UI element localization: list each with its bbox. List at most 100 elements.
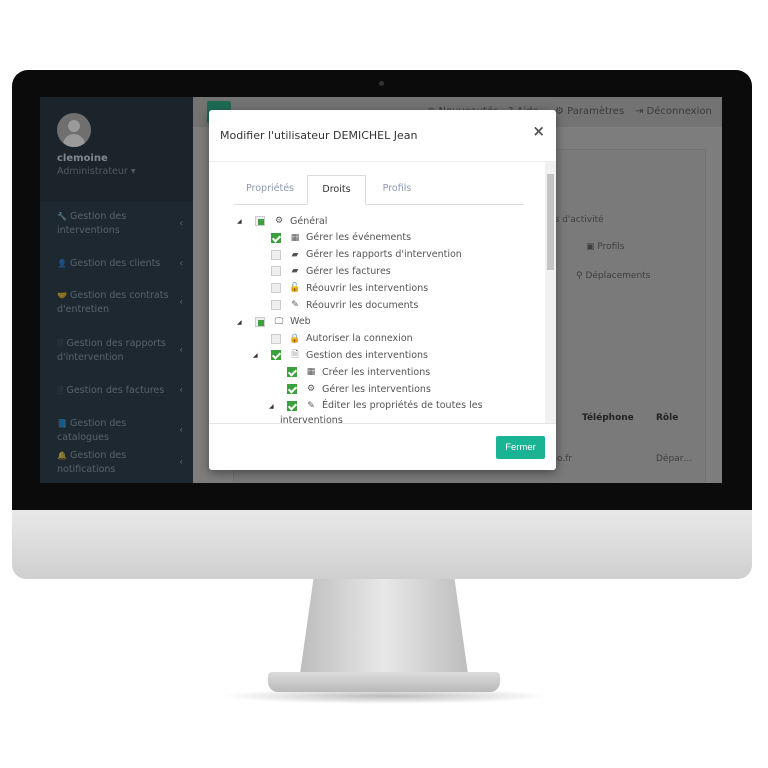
tab-droits[interactable]: Droits bbox=[307, 175, 366, 205]
tree-node-label: Gestion des interventions bbox=[306, 349, 428, 361]
tabs: Propriétés Droits Profils bbox=[234, 175, 524, 205]
sidebar-item[interactable]: 🔧 Gestion des interventions ‹ bbox=[57, 210, 187, 238]
permission-icon: ▦ bbox=[306, 367, 316, 378]
tree-node-label: Général bbox=[290, 215, 328, 227]
sidebar-item-label: Gestion des contrats d'entretien bbox=[57, 290, 169, 315]
permission-icon: 🖵 bbox=[274, 316, 284, 327]
sidebar-item-label: Gestion des rapports d'intervention bbox=[57, 338, 166, 363]
tree-node: ⚙ Général bbox=[255, 214, 327, 228]
modal-body: Propriétés Droits Profils ◢ ⚙ Général ▦ Gére… bbox=[209, 161, 556, 424]
wrench-icon: 🔧 bbox=[57, 212, 67, 221]
chevron-left-icon: ‹ bbox=[179, 297, 183, 308]
file-icon: 🗎 bbox=[57, 339, 64, 348]
sidebar-item-label: Gestion des notifications bbox=[57, 450, 127, 475]
user-panel: clemoine Administrateur ▾ bbox=[40, 97, 193, 202]
chevron-left-icon: ‹ bbox=[179, 258, 183, 269]
camera bbox=[379, 81, 384, 86]
checkbox[interactable] bbox=[271, 232, 281, 243]
permission-icon: ▰ bbox=[291, 266, 299, 277]
permission-icon: ▦ bbox=[290, 232, 300, 243]
tree-node: ▰ Gérer les rapports d'intervention bbox=[271, 248, 462, 262]
tree-node: ✎ Réouvrir les documents bbox=[271, 298, 418, 312]
expand-toggle-icon[interactable]: ◢ bbox=[253, 352, 258, 359]
checkbox[interactable] bbox=[255, 216, 265, 226]
tree-node: 🗎 Gestion des interventions bbox=[271, 348, 428, 362]
file-icon: 🗎 bbox=[57, 386, 64, 395]
chevron-left-icon: ‹ bbox=[179, 345, 183, 356]
modal-title: Modifier l'utilisateur DEMICHEL Jean bbox=[220, 129, 418, 142]
tree-node: ✎ Éditer les propriétés de toutes les bbox=[287, 399, 483, 413]
sidebar-item[interactable]: 🔔 Gestion des notifications ‹ bbox=[57, 449, 187, 477]
chevron-left-icon: ‹ bbox=[179, 218, 183, 229]
tree-node: ⚙ Gérer les interventions bbox=[287, 382, 431, 396]
tree-label-wrap: interventions bbox=[280, 414, 343, 424]
handshake-icon: 🤝 bbox=[57, 291, 67, 300]
sidebar-item[interactable]: 🗎 Gestion des factures ‹ bbox=[57, 384, 187, 398]
permission-icon: 🔒 bbox=[289, 333, 301, 344]
tab-proprietes[interactable]: Propriétés bbox=[234, 175, 306, 205]
expand-toggle-icon[interactable]: ◢ bbox=[269, 403, 274, 410]
checkbox[interactable] bbox=[287, 400, 297, 411]
checkbox[interactable] bbox=[271, 300, 281, 310]
expand-toggle-icon[interactable]: ◢ bbox=[237, 319, 242, 326]
permission-icon: 🔓 bbox=[289, 283, 301, 294]
tree-node-label: Gérer les factures bbox=[306, 265, 391, 277]
monitor-base bbox=[268, 672, 500, 692]
tree-node: ▰ Gérer les factures bbox=[271, 264, 391, 278]
tree-node-label: Gérer les interventions bbox=[322, 383, 431, 395]
checkbox[interactable] bbox=[271, 266, 281, 277]
checkbox[interactable] bbox=[271, 333, 281, 344]
permission-icon: ⚙ bbox=[274, 216, 284, 226]
tree-node: 🖵 Web bbox=[255, 315, 311, 329]
sidebar-item-label: Gestion des clients bbox=[70, 258, 161, 269]
checkbox[interactable] bbox=[271, 283, 281, 294]
sidebar: clemoine Administrateur ▾ 🔧 Gestion des … bbox=[40, 97, 193, 483]
sidebar-item[interactable]: 📘 Gestion des catalogues ‹ bbox=[57, 417, 187, 445]
deplacements-tab: ⚲ Déplacements bbox=[576, 271, 651, 281]
checkbox[interactable] bbox=[271, 249, 281, 260]
tree-node-label: Créer les interventions bbox=[322, 366, 431, 378]
tree-node-label: Réouvrir les documents bbox=[306, 299, 419, 311]
expand-toggle-icon[interactable]: ◢ bbox=[237, 218, 242, 225]
tree-node-label: Éditer les propriétés de toutes les bbox=[322, 400, 483, 412]
checkbox[interactable] bbox=[271, 350, 281, 361]
username: clemoine bbox=[57, 153, 108, 164]
checkbox[interactable] bbox=[287, 367, 297, 378]
profils-tab: ▣ Profils bbox=[586, 242, 625, 252]
sidebar-item[interactable]: 🤝 Gestion des contrats d'entretien ‹ bbox=[57, 289, 187, 317]
avatar bbox=[57, 113, 91, 147]
user-role-dropdown[interactable]: Administrateur ▾ bbox=[57, 166, 193, 177]
scrollbar-thumb[interactable] bbox=[547, 174, 554, 270]
checkbox[interactable] bbox=[287, 384, 297, 394]
chevron-left-icon: ‹ bbox=[179, 425, 183, 436]
sidebar-item-label: Gestion des factures bbox=[66, 385, 165, 396]
chevron-left-icon: ‹ bbox=[179, 457, 183, 468]
tree-node-label: Web bbox=[290, 316, 311, 328]
column-phone: Téléphone bbox=[582, 413, 634, 423]
permission-icon: ⚙ bbox=[306, 384, 316, 394]
monitor-stand bbox=[300, 579, 468, 674]
checkbox[interactable] bbox=[255, 316, 265, 327]
scrollbar[interactable] bbox=[545, 162, 556, 423]
sidebar-item-label: Gestion des interventions bbox=[57, 211, 127, 236]
settings-link[interactable]: ⚙ Paramètres bbox=[555, 106, 624, 117]
permission-icon: ✎ bbox=[307, 400, 315, 411]
tree-node-label: Gérer les rapports d'intervention bbox=[306, 249, 462, 261]
tree-node: 🔒 Autoriser la connexion bbox=[271, 332, 413, 346]
close-icon[interactable]: × bbox=[532, 122, 545, 140]
fermer-button[interactable]: Fermer bbox=[496, 436, 545, 459]
book-icon: 📘 bbox=[57, 419, 67, 428]
sidebar-item[interactable]: 🗎 Gestion des rapports d'intervention ‹ bbox=[57, 337, 187, 365]
sidebar-item[interactable]: 👤 Gestion des clients ‹ bbox=[57, 257, 187, 271]
user-icon: 👤 bbox=[57, 259, 67, 268]
tree-node-label: Autoriser la connexion bbox=[306, 333, 413, 345]
tab-profils[interactable]: Profils bbox=[372, 175, 422, 205]
edit-user-modal: Modifier l'utilisateur DEMICHEL Jean × P… bbox=[209, 110, 556, 470]
logout-link[interactable]: ⇥ Déconnexion bbox=[635, 106, 712, 117]
tree-node-label: Réouvrir les interventions bbox=[306, 282, 429, 294]
tree-node: ▦ Créer les interventions bbox=[287, 365, 430, 379]
column-role: Rôle bbox=[656, 413, 679, 423]
tree-node-label: Gérer les événements bbox=[306, 232, 412, 244]
monitor-chin bbox=[12, 510, 752, 579]
permission-icon: ✎ bbox=[291, 300, 299, 310]
